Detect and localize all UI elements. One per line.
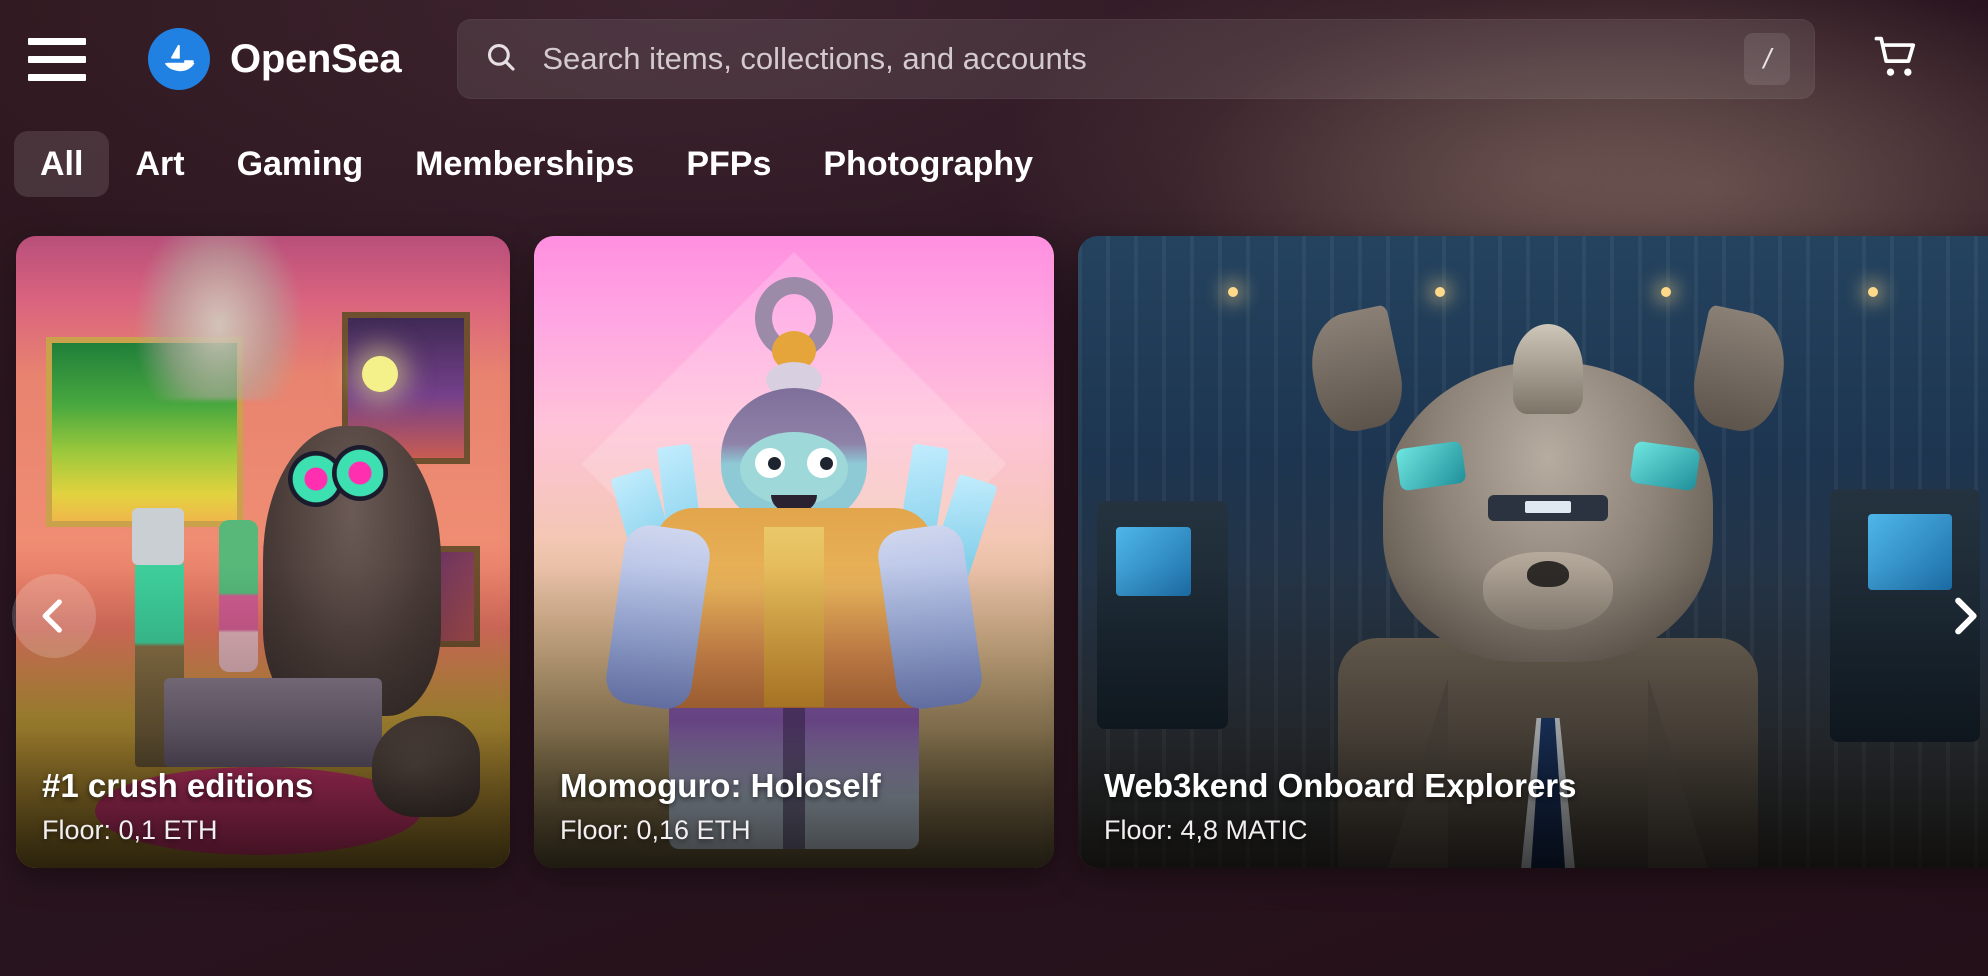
chevron-left-icon[interactable] xyxy=(12,574,96,658)
card-meta: #1 crush editions Floor: 0,1 ETH xyxy=(42,767,490,846)
collection-floor-price: Floor: 0,1 ETH xyxy=(42,815,218,845)
collection-card[interactable]: #1 crush editions Floor: 0,1 ETH xyxy=(16,236,510,868)
collection-floor-price: Floor: 0,16 ETH xyxy=(560,815,751,845)
opensea-page: OpenSea / All Art Gaming Memberships xyxy=(0,0,1988,976)
shopping-cart-icon[interactable] xyxy=(1871,31,1923,88)
search-icon xyxy=(484,40,518,79)
card-meta: Momoguro: Holoself Floor: 0,16 ETH xyxy=(560,767,1034,846)
collection-title: #1 crush editions xyxy=(42,767,314,805)
tab-memberships[interactable]: Memberships xyxy=(389,131,660,197)
tab-pfps[interactable]: PFPs xyxy=(660,131,797,197)
brand-name: OpenSea xyxy=(230,36,402,81)
collection-card[interactable]: Web3kend Onboard Explorers Floor: 4,8 MA… xyxy=(1078,236,1988,868)
collection-card[interactable]: Momoguro: Holoself Floor: 0,16 ETH xyxy=(534,236,1054,868)
tab-all[interactable]: All xyxy=(14,131,110,197)
app-header: OpenSea / xyxy=(0,0,1988,118)
brand-logo[interactable]: OpenSea xyxy=(148,28,402,90)
tab-art[interactable]: Art xyxy=(109,131,210,197)
opensea-sailboat-logo xyxy=(148,28,210,90)
collection-title: Momoguro: Holoself xyxy=(560,767,881,805)
card-meta: Web3kend Onboard Explorers Floor: 4,8 MA… xyxy=(1104,767,1988,846)
collection-title: Web3kend Onboard Explorers xyxy=(1104,767,1577,805)
category-tabs: All Art Gaming Memberships PFPs Photogra… xyxy=(0,118,1988,210)
tab-gaming[interactable]: Gaming xyxy=(211,131,390,197)
carousel-track: #1 crush editions Floor: 0,1 ETH Momogur… xyxy=(0,236,1988,868)
collection-floor-price: Floor: 4,8 MATIC xyxy=(1104,815,1308,845)
search-bar[interactable]: / xyxy=(457,19,1816,99)
tab-photography[interactable]: Photography xyxy=(797,131,1059,197)
hamburger-menu-icon[interactable] xyxy=(28,33,92,85)
featured-carousel: #1 crush editions Floor: 0,1 ETH Momogur… xyxy=(0,236,1988,976)
search-shortcut-key: / xyxy=(1744,33,1791,85)
search-input[interactable] xyxy=(542,41,1745,77)
